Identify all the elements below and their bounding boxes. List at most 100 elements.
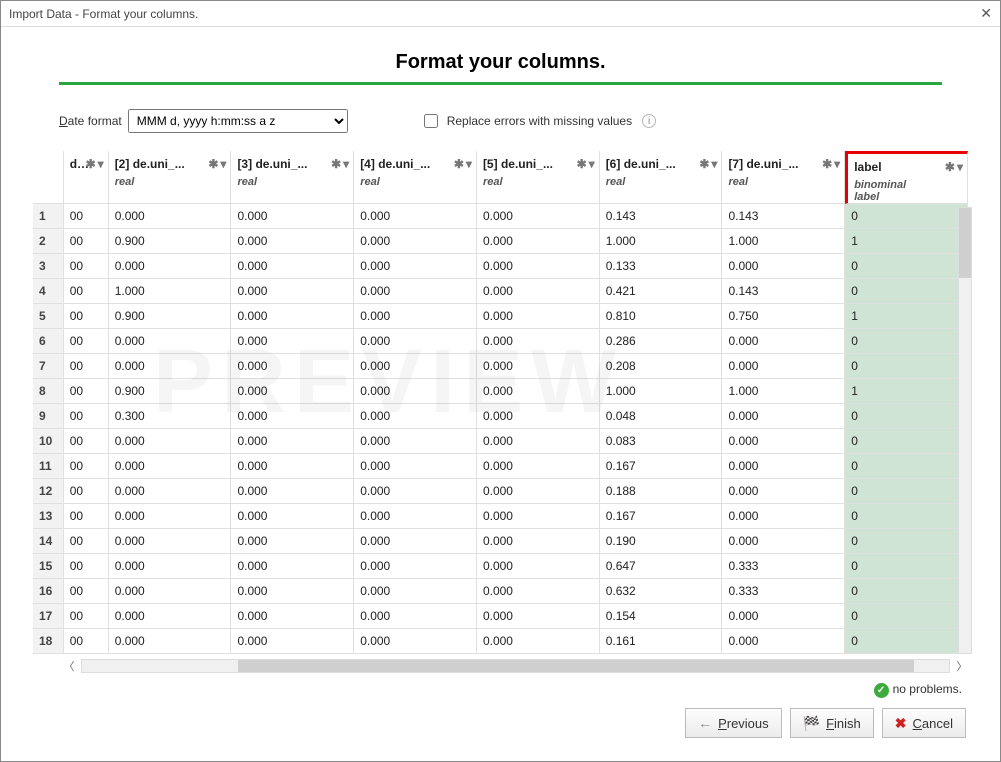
data-cell: 0 (845, 404, 968, 429)
data-cell: 0.083 (600, 429, 723, 454)
table-row: 1000.0000.0000.0000.0000.1430.1430 (33, 204, 968, 229)
data-cell: 0.143 (600, 204, 723, 229)
column-name: [2] de.uni_... (115, 157, 185, 171)
column-header[interactable]: [6] de.uni_...✱▾real (600, 151, 723, 204)
column-header[interactable]: [3] de.uni_...✱▾real (231, 151, 354, 204)
data-cell: 0 (845, 629, 968, 654)
data-cell: 00 (64, 329, 109, 354)
data-cell: 0.000 (109, 579, 232, 604)
data-cell: 0.000 (477, 479, 600, 504)
row-number: 12 (33, 479, 64, 504)
data-cell: 00 (64, 504, 109, 529)
data-cell: 0.000 (722, 354, 845, 379)
data-cell: 0.154 (600, 604, 723, 629)
data-cell: 0.000 (231, 354, 354, 379)
data-cell: 0.000 (354, 354, 477, 379)
table-row: 7000.0000.0000.0000.0000.2080.0000 (33, 354, 968, 379)
table-row: 10000.0000.0000.0000.0000.0830.0000 (33, 429, 968, 454)
data-cell: 00 (64, 554, 109, 579)
row-number: 6 (33, 329, 64, 354)
data-cell: 0 (845, 279, 968, 304)
data-cell: 0.143 (722, 279, 845, 304)
chevron-down-icon[interactable]: ▾ (466, 157, 472, 171)
data-cell: 0.000 (477, 404, 600, 429)
gear-icon[interactable]: ✱ (577, 157, 587, 171)
table-row: 5000.9000.0000.0000.0000.8100.7501 (33, 304, 968, 329)
gear-icon[interactable]: ✱ (454, 157, 464, 171)
data-cell: 1.000 (600, 379, 723, 404)
title-divider (59, 82, 942, 85)
data-cell: 00 (64, 579, 109, 604)
finish-button[interactable]: 🏁Finish (790, 708, 874, 738)
info-icon[interactable]: i (642, 114, 656, 128)
date-format-select[interactable]: MMM d, yyyy h:mm:ss a z (128, 109, 348, 133)
data-cell: 00 (64, 279, 109, 304)
row-number: 2 (33, 229, 64, 254)
horizontal-scrollbar[interactable]: 〈 〉 (63, 658, 968, 674)
data-cell: 0.000 (231, 329, 354, 354)
gear-icon[interactable]: ✱ (699, 157, 709, 171)
data-cell: 0.000 (477, 254, 600, 279)
data-cell: 00 (64, 404, 109, 429)
column-type: real (728, 176, 838, 188)
column-header[interactable]: [2] de.uni_...✱▾real (109, 151, 232, 204)
column-header[interactable]: [7] de.uni_...✱▾real (722, 151, 845, 204)
row-number: 14 (33, 529, 64, 554)
column-header[interactable]: [4] de.uni_...✱▾real (354, 151, 477, 204)
data-cell: 0.810 (600, 304, 723, 329)
data-cell: 0.750 (722, 304, 845, 329)
data-cell: 0 (845, 254, 968, 279)
data-cell: 0.000 (354, 329, 477, 354)
window-title: Import Data - Format your columns. (9, 7, 198, 21)
close-icon[interactable]: ✕ (980, 5, 992, 22)
table-row: 14000.0000.0000.0000.0000.1900.0000 (33, 529, 968, 554)
data-cell: 0.000 (477, 229, 600, 254)
data-cell: 00 (64, 454, 109, 479)
status-text: no problems. (893, 682, 962, 696)
chevron-down-icon[interactable]: ▾ (343, 157, 349, 171)
data-cell: 0.000 (722, 629, 845, 654)
scroll-left-icon[interactable]: 〈 (63, 658, 75, 674)
gear-icon[interactable]: ✱ (822, 157, 832, 171)
chevron-down-icon[interactable]: ▾ (834, 157, 840, 171)
data-cell: 00 (64, 604, 109, 629)
data-cell: 0.000 (354, 379, 477, 404)
scroll-right-icon[interactable]: 〉 (956, 658, 968, 674)
gear-icon[interactable]: ✱ (86, 157, 96, 171)
chevron-down-icon[interactable]: ▾ (957, 160, 963, 174)
column-header[interactable]: de.uni_...✱▾ (64, 151, 109, 204)
data-cell: 1.000 (722, 229, 845, 254)
row-number-header (33, 151, 64, 204)
data-cell: 0.000 (477, 304, 600, 329)
column-header[interactable]: label✱▾binominallabel (845, 151, 968, 204)
row-number: 10 (33, 429, 64, 454)
data-cell: 0.000 (231, 554, 354, 579)
data-cell: 0.000 (354, 479, 477, 504)
data-cell: 0.000 (231, 454, 354, 479)
chevron-down-icon[interactable]: ▾ (220, 157, 226, 171)
chevron-down-icon[interactable]: ▾ (98, 157, 104, 171)
table-row: 11000.0000.0000.0000.0000.1670.0000 (33, 454, 968, 479)
gear-icon[interactable]: ✱ (331, 157, 341, 171)
data-preview-table: de.uni_...✱▾[2] de.uni_...✱▾real[3] de.u… (33, 151, 968, 654)
vertical-scrollbar[interactable] (958, 207, 972, 654)
flag-icon: 🏁 (803, 715, 820, 732)
data-cell: 00 (64, 629, 109, 654)
row-number: 9 (33, 404, 64, 429)
previous-button[interactable]: ←Previous (685, 708, 782, 738)
data-cell: 0.000 (231, 629, 354, 654)
chevron-down-icon[interactable]: ▾ (711, 157, 717, 171)
cancel-button[interactable]: ✖Cancel (882, 708, 966, 738)
gear-icon[interactable]: ✱ (945, 160, 955, 174)
row-number: 15 (33, 554, 64, 579)
data-cell: 0.000 (231, 529, 354, 554)
column-type: real (237, 176, 347, 188)
column-header[interactable]: [5] de.uni_...✱▾real (477, 151, 600, 204)
chevron-down-icon[interactable]: ▾ (589, 157, 595, 171)
gear-icon[interactable]: ✱ (208, 157, 218, 171)
column-name: label (854, 160, 881, 174)
replace-errors-checkbox[interactable] (424, 114, 438, 128)
data-cell: 0.000 (722, 504, 845, 529)
data-cell: 1 (845, 379, 968, 404)
data-cell: 0.000 (231, 579, 354, 604)
